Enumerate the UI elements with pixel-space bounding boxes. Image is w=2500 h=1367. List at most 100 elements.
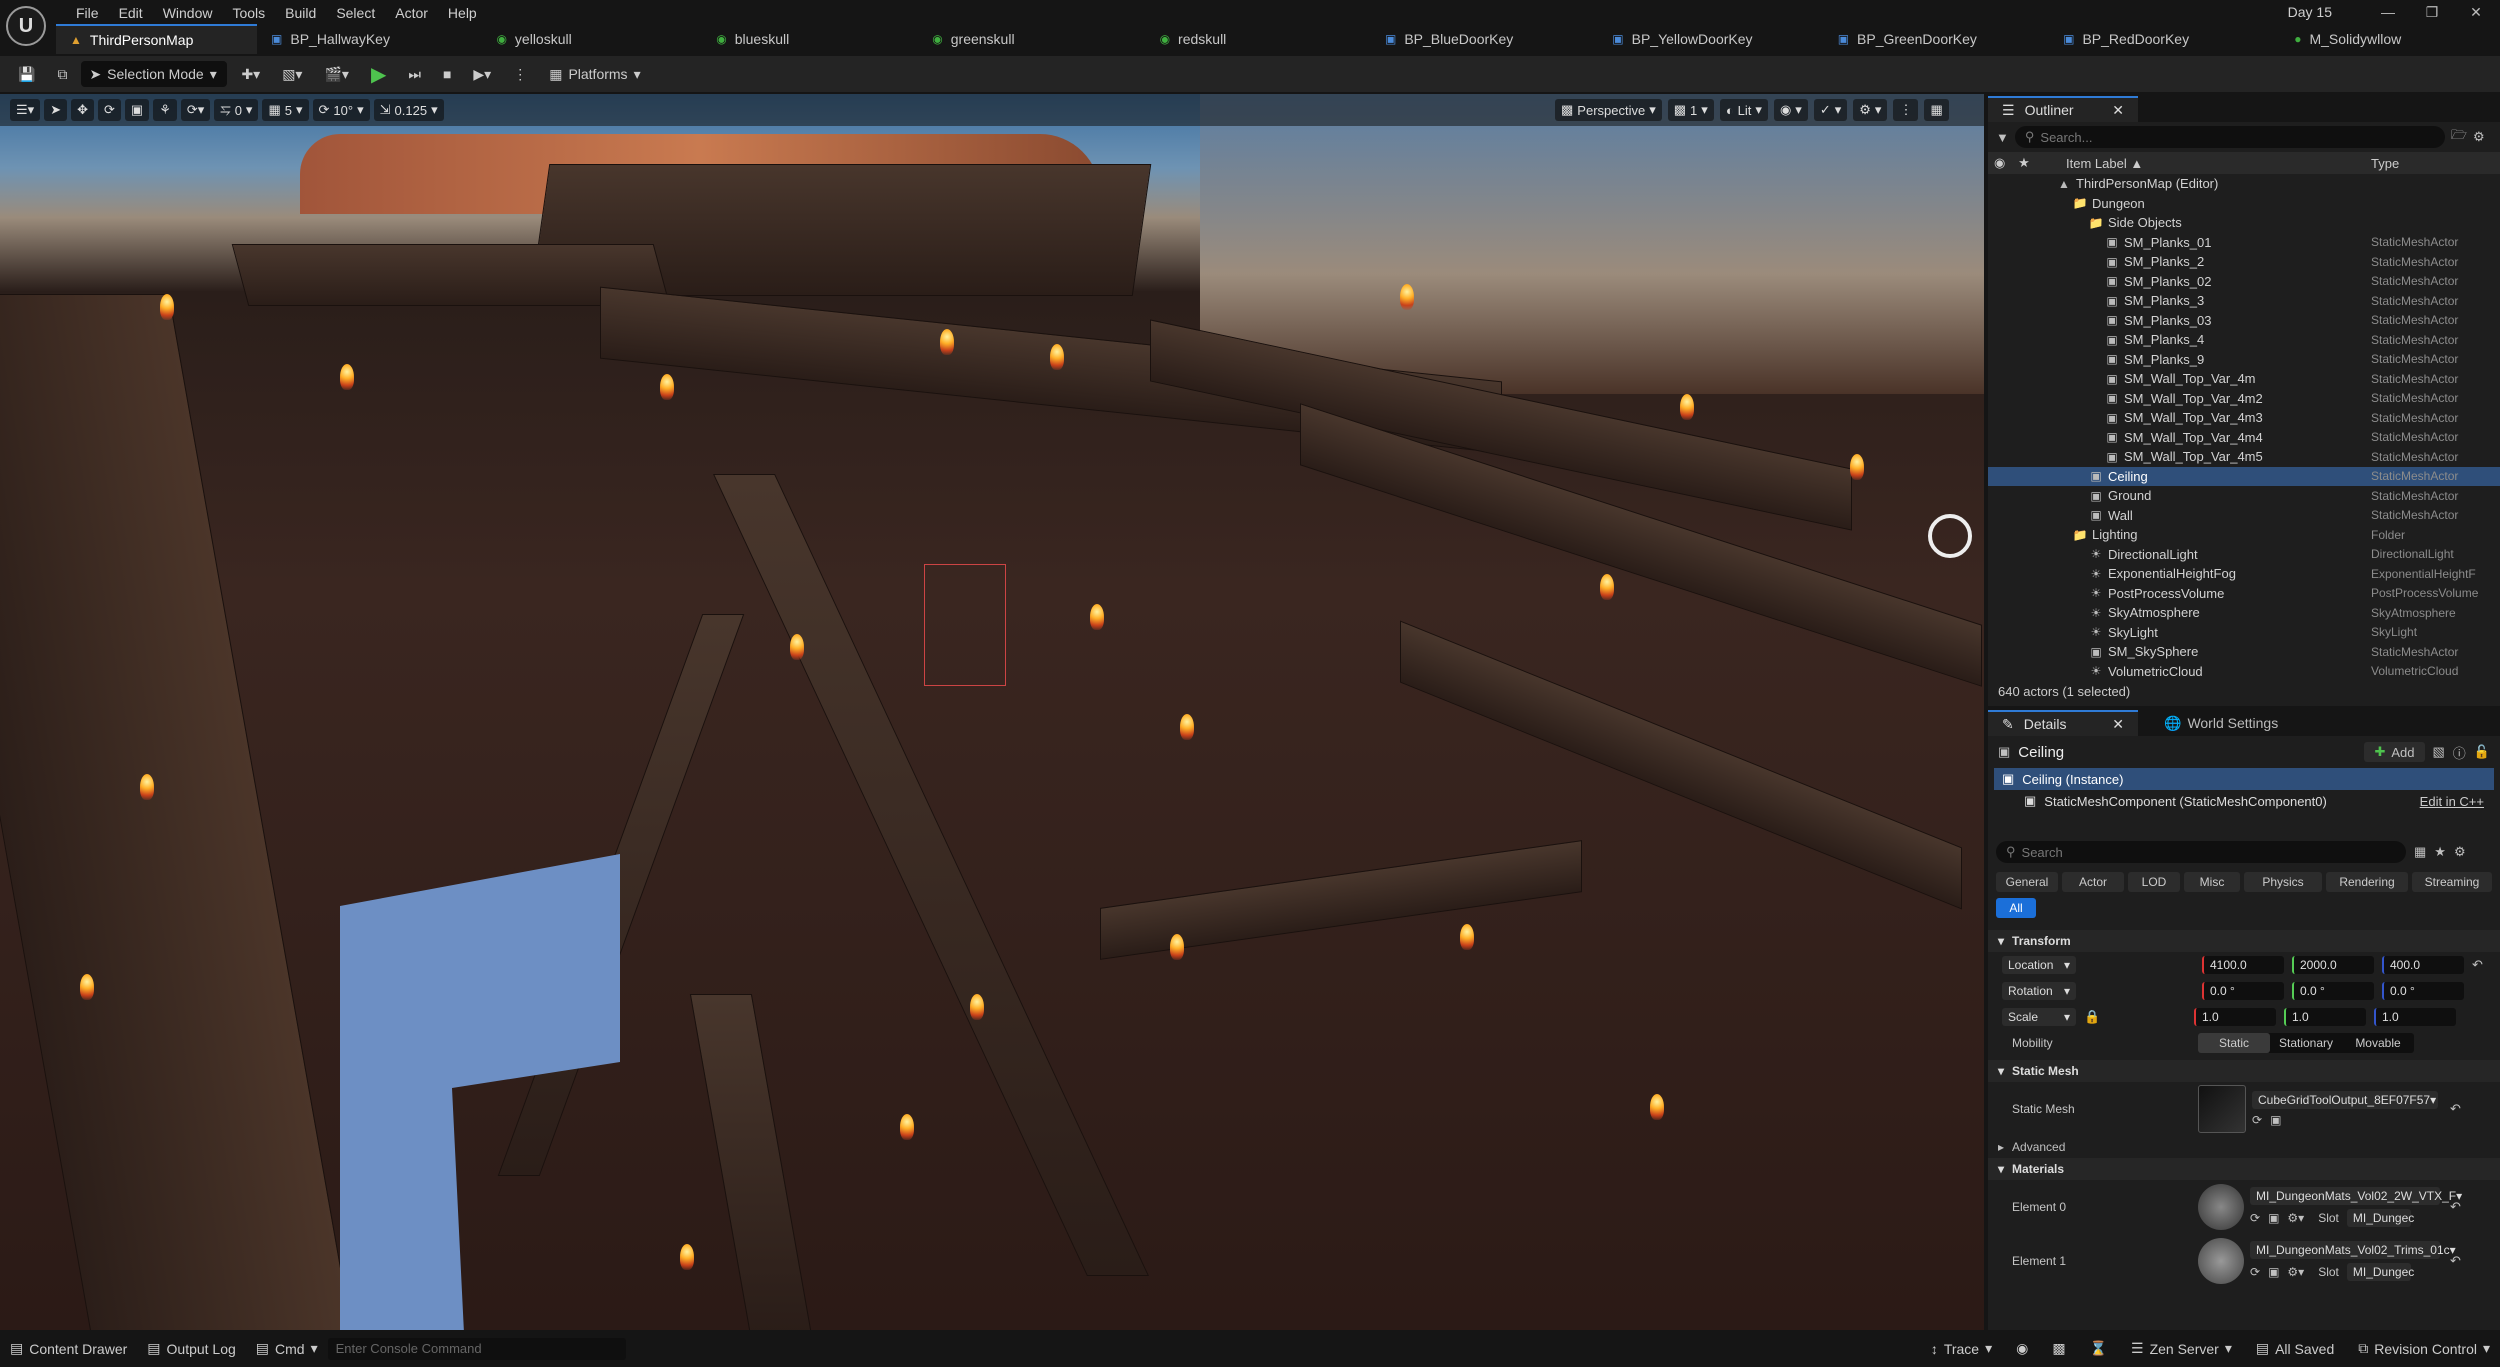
save-icon[interactable]: 💾	[10, 61, 43, 87]
close-icon[interactable]: ✕	[2112, 102, 2124, 119]
browse-icon[interactable]: ⟳	[2252, 1113, 2262, 1127]
menu-file[interactable]: File	[66, 2, 109, 24]
play-icon[interactable]: ▶	[363, 61, 394, 87]
outliner-row[interactable]: ▣ Ground StaticMeshActor	[1988, 486, 2500, 506]
rotation-dropdown[interactable]: Rotation ▾	[2002, 982, 2076, 1000]
location-dropdown[interactable]: Location ▾	[2002, 956, 2076, 974]
type-column[interactable]: Type	[2371, 156, 2399, 171]
use-selected-icon[interactable]: ▣	[2270, 1113, 2281, 1127]
all-saved-button[interactable]: ▤ All Saved	[2246, 1336, 2344, 1362]
blueprint-icon[interactable]: ▧	[2433, 744, 2445, 760]
settings-dropdown[interactable]: ⚙ ▾	[1853, 99, 1888, 121]
tab-bp-bluedoorkey[interactable]: ▣ BP_BlueDoorKey	[1371, 24, 1598, 54]
outliner-row[interactable]: ▲ ThirdPersonMap (Editor)	[1988, 174, 2500, 194]
category-lod[interactable]: LOD	[2128, 872, 2180, 892]
star-icon[interactable]: ★	[2012, 155, 2036, 171]
launch-icon[interactable]: ▶▾	[465, 61, 499, 87]
outliner-row[interactable]: ▣ SM_SkySphere StaticMeshActor	[1988, 642, 2500, 662]
instance-row[interactable]: ▣ Ceiling (Instance)	[1994, 768, 2494, 790]
slot-0-dropdown[interactable]: MI_Dungec	[2346, 1209, 2414, 1227]
menu-help[interactable]: Help	[438, 2, 487, 24]
rotation-snap-dropdown[interactable]: ⟳ 10° ▾	[312, 99, 370, 121]
step-icon[interactable]: ⏭	[400, 61, 429, 87]
scale-x-field[interactable]: 1.0	[2194, 1008, 2276, 1026]
location-y-field[interactable]: 2000.0	[2292, 956, 2374, 974]
scale-icon[interactable]: ▣	[124, 99, 150, 121]
cinematics-button[interactable]: 🎬▾	[316, 61, 356, 87]
scale-dropdown[interactable]: Scale ▾	[2002, 1008, 2076, 1026]
outliner-row[interactable]: 📁 Dungeon	[1988, 194, 2500, 214]
category-actor[interactable]: Actor	[2062, 872, 2124, 892]
more-options-icon[interactable]: ⋮	[505, 61, 535, 87]
details-search-input[interactable]: ⚲ Search	[1996, 841, 2406, 863]
tab-details[interactable]: ✎ Details ✕	[1988, 710, 2138, 736]
browse-icon[interactable]: ⟳	[2250, 1211, 2260, 1225]
outliner-search-input[interactable]: ⚲ Search...	[2014, 126, 2445, 148]
selection-mode-dropdown[interactable]: ➤ Selection Mode ▾	[81, 61, 228, 87]
layout-icon[interactable]: ▦	[1924, 99, 1949, 121]
blueprints-button[interactable]: ▧▾	[274, 61, 310, 87]
platforms-dropdown[interactable]: ▦ Platforms ▾	[541, 61, 648, 87]
grid-snap-toggle[interactable]: ⥧ 0 ▾	[214, 99, 259, 121]
perspective-dropdown[interactable]: ▩ Perspective ▾	[1555, 99, 1662, 121]
menu-build[interactable]: Build	[275, 2, 326, 24]
scale-y-field[interactable]: 1.0	[2284, 1008, 2366, 1026]
item-label-column[interactable]: Item Label ▲	[2036, 156, 2328, 171]
outliner-row[interactable]: ▣ SM_Planks_02 StaticMeshActor	[1988, 272, 2500, 292]
gear-icon[interactable]: ⚙	[2454, 844, 2466, 860]
static-mesh-section[interactable]: ▾ Static Mesh	[1988, 1060, 2500, 1082]
unreal-logo-icon[interactable]: U	[6, 6, 46, 46]
materials-section[interactable]: ▾ Materials	[1988, 1158, 2500, 1180]
outliner-row[interactable]: ▣ SM_Wall_Top_Var_4m2 StaticMeshActor	[1988, 389, 2500, 409]
scalability-dropdown[interactable]: ✓ ▾	[1813, 99, 1848, 121]
browse-icon[interactable]: ⟳	[2250, 1265, 2260, 1279]
cmd-dropdown[interactable]: ▤ Cmd ▾	[246, 1336, 328, 1362]
tab-outliner[interactable]: ☰ Outliner ✕	[1988, 96, 2138, 122]
outliner-row[interactable]: ▣ SM_Planks_2 StaticMeshActor	[1988, 252, 2500, 272]
use-selected-icon[interactable]: ▣	[2268, 1265, 2279, 1279]
reset-icon[interactable]: ↶	[2450, 1253, 2461, 1269]
outliner-row[interactable]: ▣ SM_Planks_01 StaticMeshActor	[1988, 233, 2500, 253]
outliner-row[interactable]: ▣ SM_Wall_Top_Var_4m4 StaticMeshActor	[1988, 428, 2500, 448]
outliner-row[interactable]: ▣ Ceiling StaticMeshActor	[1988, 466, 2500, 486]
outliner-row[interactable]: ☀ ExponentialHeightFog ExponentialHeightF	[1988, 564, 2500, 584]
stop-icon[interactable]: ■	[435, 61, 459, 87]
outliner-row[interactable]: ▣ SM_Planks_03 StaticMeshActor	[1988, 311, 2500, 331]
gear-icon[interactable]: ⚙	[2473, 129, 2485, 145]
filter-icon[interactable]: ▼	[1996, 130, 2009, 145]
menu-edit[interactable]: Edit	[109, 2, 153, 24]
mobility-stationary[interactable]: Stationary	[2270, 1033, 2342, 1053]
outliner-row[interactable]: ☀ VolumetricCloud VolumetricCloud	[1988, 662, 2500, 682]
edit-cpp-link[interactable]: Edit in C++	[2420, 794, 2484, 809]
advanced-section[interactable]: ▸ Advanced	[1988, 1136, 2500, 1158]
category-misc[interactable]: Misc	[2184, 872, 2240, 892]
menu-window[interactable]: Window	[153, 2, 223, 24]
mobility-static[interactable]: Static	[2198, 1033, 2270, 1053]
actor-name[interactable]: Ceiling	[2018, 744, 2064, 761]
add-actor-button[interactable]: ✚▾	[233, 61, 268, 87]
outliner-row[interactable]: ▣ SM_Planks_9 StaticMeshActor	[1988, 350, 2500, 370]
slot-1-dropdown[interactable]: MI_Dungec	[2346, 1263, 2414, 1281]
grid-size-dropdown[interactable]: ▦ 5 ▾	[262, 99, 309, 121]
rotate-icon[interactable]: ⟳	[98, 99, 121, 121]
tab-blueskull[interactable]: ◉ blueskull	[702, 24, 918, 54]
zen-server-dropdown[interactable]: ☰ Zen Server ▾	[2121, 1336, 2242, 1362]
material-0-dropdown[interactable]: MI_DungeonMats_Vol02_2W_VTX_F ▾	[2250, 1187, 2462, 1205]
category-all[interactable]: All	[1996, 898, 2036, 918]
outliner-row[interactable]: 📁 Lighting Folder	[1988, 525, 2500, 545]
close-window-icon[interactable]: ✕	[2454, 0, 2498, 24]
category-physics[interactable]: Physics	[2244, 872, 2322, 892]
lock-icon[interactable]: 🔓	[2474, 744, 2490, 760]
transform-section[interactable]: ▾ Transform	[1988, 930, 2500, 952]
tab-yelloskull[interactable]: ◉ yelloskull	[482, 24, 702, 54]
level-viewport[interactable]: ⇲	[0, 94, 1984, 1330]
skylight-gizmo-icon[interactable]	[1928, 514, 1972, 558]
close-icon[interactable]: ✕	[2112, 716, 2124, 733]
tab-world-settings[interactable]: 🌐 World Settings	[2146, 715, 2278, 732]
add-folder-icon[interactable]: 🗁	[2451, 126, 2467, 148]
component-row[interactable]: ▣ StaticMeshComponent (StaticMeshCompone…	[1988, 790, 2500, 812]
record-icon[interactable]: ◉	[2006, 1336, 2038, 1362]
derived-data-icon[interactable]: ⌛	[2080, 1336, 2117, 1362]
location-z-field[interactable]: 400.0	[2382, 956, 2464, 974]
surface-snap-icon[interactable]: ⚘	[153, 99, 177, 121]
